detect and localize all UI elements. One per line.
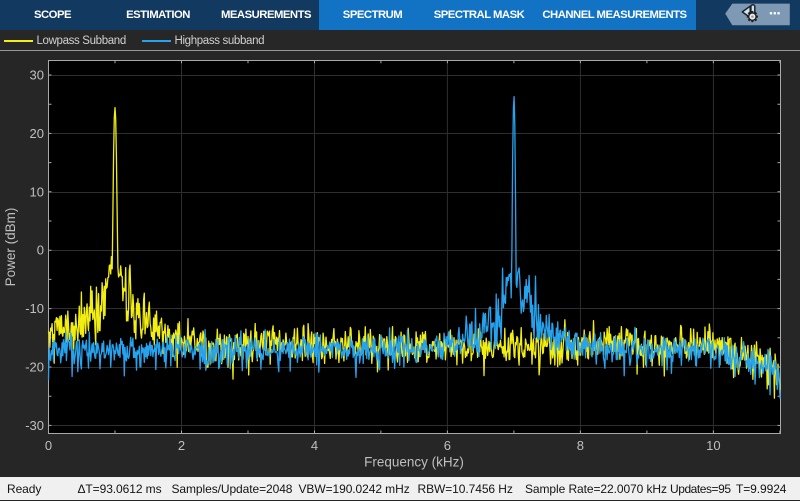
- svg-text:4: 4: [311, 438, 318, 453]
- svg-text:2: 2: [178, 438, 185, 453]
- svg-text:20: 20: [30, 126, 44, 141]
- svg-text:Power (dBm): Power (dBm): [3, 208, 18, 287]
- svg-text:10: 10: [706, 438, 720, 453]
- svg-text:-10: -10: [25, 301, 44, 316]
- svg-text:Frequency (kHz): Frequency (kHz): [364, 455, 464, 470]
- svg-text:0: 0: [45, 438, 52, 453]
- svg-text:10: 10: [30, 184, 44, 199]
- svg-text:-20: -20: [25, 360, 44, 375]
- svg-text:-30: -30: [25, 418, 44, 433]
- svg-text:6: 6: [444, 438, 451, 453]
- svg-text:8: 8: [577, 438, 584, 453]
- svg-text:30: 30: [30, 68, 44, 83]
- svg-text:0: 0: [37, 243, 44, 258]
